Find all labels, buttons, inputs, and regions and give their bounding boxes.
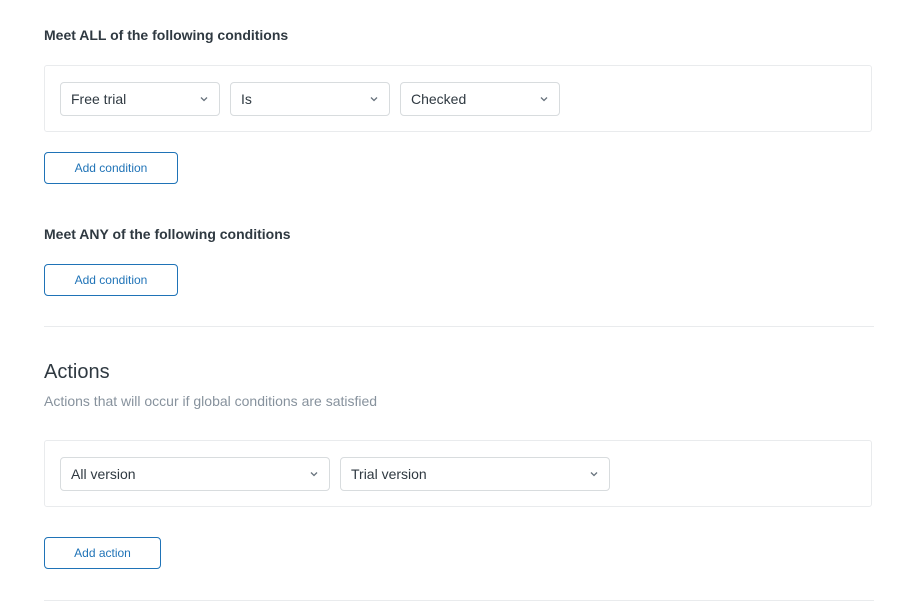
action-field-select[interactable]: All version [60,457,330,491]
action-value-select[interactable]: Trial version [340,457,610,491]
condition-operator-value: Is [241,91,252,107]
condition-value-value: Checked [411,91,467,107]
condition-field-select[interactable]: Free trial [60,82,220,116]
condition-value-select[interactable]: Checked [400,82,560,116]
actions-title: Actions [44,361,110,383]
condition-field-value: Free trial [71,91,127,107]
add-any-condition-button[interactable]: Add condition [44,264,178,296]
trigger-conditions-page: Meet ALL of the following conditions Fre… [0,0,913,613]
bottom-divider [44,600,874,601]
add-all-condition-button[interactable]: Add condition [44,152,178,184]
section-divider [44,326,874,327]
chevron-down-icon [590,472,598,477]
chevron-down-icon [310,472,318,477]
action-field-value: All version [71,466,136,482]
action-value-value: Trial version [351,466,427,482]
all-conditions-row: Free trial Is Checked [44,65,872,132]
any-conditions-heading: Meet ANY of the following conditions [44,226,291,242]
chevron-down-icon [370,97,378,102]
action-row: All version Trial version [44,440,872,507]
condition-operator-select[interactable]: Is [230,82,390,116]
actions-subtitle: Actions that will occur if global condit… [44,393,378,409]
chevron-down-icon [200,97,208,102]
chevron-down-icon [540,97,548,102]
add-action-button[interactable]: Add action [44,537,161,569]
all-conditions-heading: Meet ALL of the following conditions [44,27,289,43]
